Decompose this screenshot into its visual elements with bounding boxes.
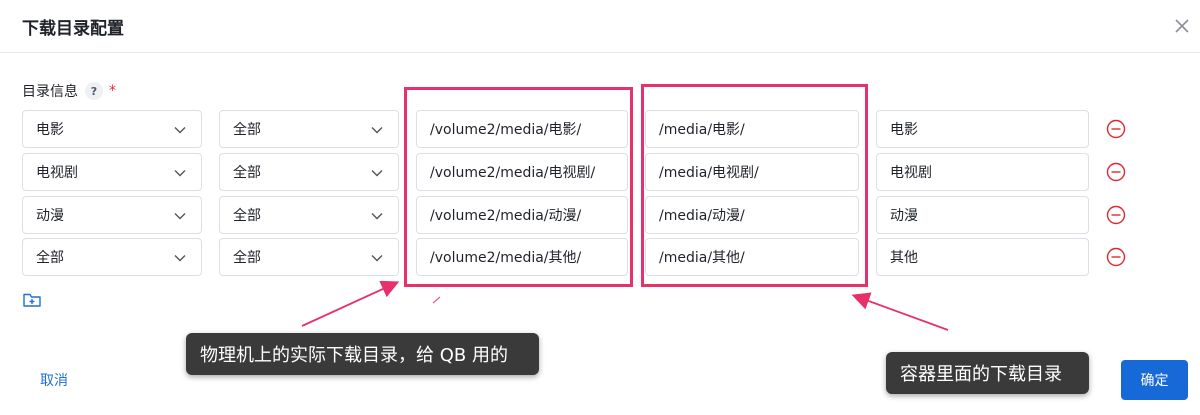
left-callout: 物理机上的实际下载目录，给 QB 用的 bbox=[186, 333, 539, 375]
right-callout-text: 容器里面的下载目录 bbox=[900, 364, 1062, 385]
arrow-to-container-path bbox=[851, 292, 949, 331]
stray-mark bbox=[432, 296, 441, 304]
confirm-button[interactable]: 确定 bbox=[1121, 360, 1188, 400]
arrow-to-download-path bbox=[301, 280, 400, 327]
cancel-button[interactable]: 取消 bbox=[40, 370, 68, 390]
left-callout-text: 物理机上的实际下载目录，给 QB 用的 bbox=[200, 345, 508, 366]
right-callout: 容器里面的下载目录 bbox=[886, 352, 1089, 394]
